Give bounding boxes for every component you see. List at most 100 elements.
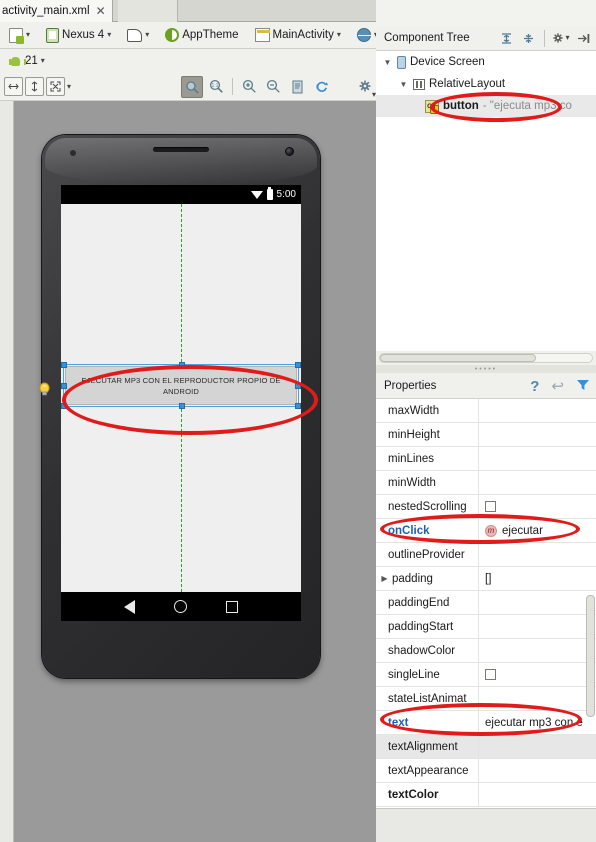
chevron-down-icon: ▾ bbox=[40, 56, 45, 65]
orientation-selector[interactable]: ▾ bbox=[124, 25, 152, 46]
property-value[interactable] bbox=[478, 422, 596, 447]
nested-scrolling-checkbox[interactable] bbox=[485, 501, 496, 512]
property-name: outlineProvider bbox=[388, 548, 465, 561]
property-value[interactable] bbox=[478, 686, 596, 711]
recents-square-icon[interactable] bbox=[225, 600, 238, 613]
property-value[interactable] bbox=[478, 542, 596, 567]
property-row[interactable]: minLines bbox=[376, 446, 596, 471]
help-icon[interactable]: ? bbox=[530, 378, 539, 395]
pan-zoom-icon[interactable] bbox=[181, 75, 203, 98]
theme-icon bbox=[165, 28, 180, 42]
device-screen-icon bbox=[397, 55, 406, 69]
layout-viewport[interactable]: EJECUTAR MP3 CON EL REPRODUCTOR PROPIO D… bbox=[61, 204, 301, 592]
property-value[interactable] bbox=[478, 614, 596, 639]
button-widget[interactable]: EJECUTAR MP3 CON EL REPRODUCTOR PROPIO D… bbox=[65, 366, 297, 405]
restore-default-icon[interactable]: ↩ bbox=[551, 377, 564, 395]
property-row[interactable]: shadowColor bbox=[376, 638, 596, 663]
align-vertical-icon[interactable] bbox=[25, 77, 44, 96]
expand-all-icon[interactable] bbox=[497, 29, 515, 47]
property-row-text[interactable]: text ejecutar mp3 con e bbox=[376, 710, 596, 735]
property-row[interactable]: stateListAnimat bbox=[376, 686, 596, 711]
api-level-selector[interactable]: 21 ▾ bbox=[6, 51, 48, 72]
close-icon[interactable]: ✕ bbox=[96, 4, 106, 18]
chevron-down-icon[interactable]: ▼ bbox=[398, 80, 409, 89]
activity-selector[interactable]: MainActivity ▾ bbox=[252, 25, 344, 46]
property-row[interactable]: singleLine bbox=[376, 662, 596, 687]
chevron-down-icon[interactable]: ▼ bbox=[382, 58, 393, 67]
property-row[interactable]: textAlignment bbox=[376, 734, 596, 759]
design-scene[interactable]: 5:00 EJECUTAR MP3 CON EL REPRODUCTOR PRO… bbox=[14, 101, 376, 842]
hscrollbar-thumb[interactable] bbox=[380, 354, 536, 362]
refresh-icon[interactable] bbox=[310, 76, 332, 98]
property-row-padding[interactable]: ▶ padding [] bbox=[376, 566, 596, 591]
expand-icon[interactable] bbox=[46, 77, 65, 96]
property-row[interactable]: minHeight bbox=[376, 422, 596, 447]
properties-vscrollbar[interactable] bbox=[586, 399, 595, 808]
property-row[interactable]: maxWidth bbox=[376, 399, 596, 423]
property-row-onclick[interactable]: onClick m ejecutar bbox=[376, 518, 596, 543]
property-row[interactable]: nestedScrolling bbox=[376, 494, 596, 519]
component-tree-hscrollbar[interactable] bbox=[376, 351, 596, 365]
property-value[interactable] bbox=[478, 470, 596, 495]
tree-node-button[interactable]: OK button - "ejecuta mp3 co bbox=[376, 95, 596, 117]
vscrollbar-thumb[interactable] bbox=[586, 595, 595, 717]
property-value[interactable] bbox=[478, 590, 596, 615]
property-value[interactable] bbox=[478, 399, 596, 423]
dock-right-icon[interactable] bbox=[574, 29, 592, 47]
zoom-actual-size-icon[interactable]: 1:1 bbox=[205, 76, 227, 98]
lightbulb-icon[interactable] bbox=[38, 382, 51, 396]
tree-node-device-screen[interactable]: ▼ Device Screen bbox=[376, 51, 596, 73]
property-name: minHeight bbox=[388, 428, 440, 441]
globe-icon bbox=[356, 28, 372, 42]
back-triangle-icon[interactable] bbox=[124, 599, 136, 614]
property-value[interactable] bbox=[478, 662, 596, 687]
component-tree-title: Component Tree bbox=[384, 32, 470, 44]
chevron-down-icon: ▾ bbox=[565, 33, 570, 42]
property-value[interactable] bbox=[478, 446, 596, 471]
fit-to-screen-icon[interactable] bbox=[286, 76, 308, 98]
single-line-checkbox[interactable] bbox=[485, 669, 496, 680]
property-row[interactable]: paddingStart bbox=[376, 614, 596, 639]
home-circle-icon[interactable] bbox=[173, 600, 187, 613]
filter-icon[interactable] bbox=[576, 378, 590, 394]
align-horizontal-icon[interactable] bbox=[4, 77, 23, 96]
gear-icon[interactable]: ▾ bbox=[552, 29, 570, 47]
design-canvas[interactable]: 5:00 EJECUTAR MP3 CON EL REPRODUCTOR PRO… bbox=[0, 101, 376, 842]
chevron-down-icon: ▾ bbox=[336, 30, 341, 39]
chevron-down-icon[interactable]: ▾ bbox=[67, 82, 71, 91]
gear-icon[interactable]: ▾ bbox=[354, 76, 376, 99]
component-tree[interactable]: ▼ Device Screen ▼ RelativeLayout OK butt… bbox=[376, 50, 596, 351]
property-row[interactable]: outlineProvider bbox=[376, 542, 596, 567]
tree-node-relative-layout[interactable]: ▼ RelativeLayout bbox=[376, 73, 596, 95]
property-row[interactable]: textColor bbox=[376, 782, 596, 807]
property-value[interactable] bbox=[478, 734, 596, 759]
tree-node-label: RelativeLayout bbox=[429, 78, 506, 90]
property-row[interactable]: minWidth bbox=[376, 470, 596, 495]
pane-splitter[interactable]: ••••• bbox=[376, 365, 596, 373]
property-row[interactable]: textAppearance bbox=[376, 758, 596, 783]
editor-tab-strip: activity_main.xml ✕ bbox=[0, 0, 376, 22]
property-value-container[interactable]: m ejecutar bbox=[478, 518, 596, 543]
device-screen[interactable]: 5:00 EJECUTAR MP3 CON EL REPRODUCTOR PRO… bbox=[61, 185, 301, 621]
property-value[interactable] bbox=[478, 638, 596, 663]
collapse-all-icon[interactable] bbox=[519, 29, 537, 47]
device-status-bar: 5:00 bbox=[61, 185, 301, 204]
property-value[interactable] bbox=[478, 782, 596, 807]
properties-table[interactable]: maxWidth minHeight minLines minWidth nes… bbox=[376, 399, 596, 808]
device-selector[interactable]: Nexus 4 ▾ bbox=[43, 25, 114, 46]
property-value[interactable]: [] bbox=[478, 566, 596, 591]
property-value[interactable] bbox=[478, 494, 596, 519]
layout-variant-button[interactable]: ▾ bbox=[6, 25, 33, 46]
property-name: padding bbox=[392, 572, 433, 585]
property-value[interactable] bbox=[478, 758, 596, 783]
zoom-out-icon[interactable] bbox=[262, 76, 284, 98]
chevron-right-icon[interactable]: ▶ bbox=[380, 574, 389, 583]
tab-activity-main-xml[interactable]: activity_main.xml ✕ bbox=[0, 0, 113, 22]
property-value[interactable]: ejecutar mp3 con e bbox=[478, 710, 596, 735]
property-row[interactable]: paddingEnd bbox=[376, 590, 596, 615]
canvas-gutter bbox=[0, 101, 14, 842]
zoom-in-icon[interactable] bbox=[238, 76, 260, 98]
theme-selector[interactable]: AppTheme bbox=[162, 25, 241, 46]
api-level-label: 21 bbox=[25, 55, 38, 67]
tab-label: activity_main.xml bbox=[2, 5, 90, 17]
